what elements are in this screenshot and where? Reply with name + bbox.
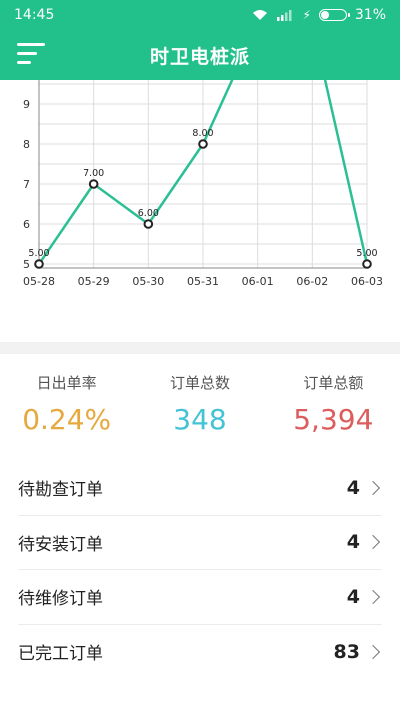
stats-panel: 日出单率 0.24% 订单总数 348 订单总额 5,394: [0, 354, 400, 459]
y-tick-label: 7: [23, 178, 30, 191]
chevron-right-icon: [365, 589, 381, 604]
stat-label: 订单总额: [303, 374, 364, 392]
chevron-right-icon: [365, 644, 381, 659]
data-point: [198, 139, 208, 149]
page-title: 时卫电桩派: [149, 45, 250, 68]
order-row-survey[interactable]: 待勘查订单 4: [18, 461, 382, 516]
row-count: 83: [333, 640, 360, 663]
data-point: [143, 219, 154, 229]
battery-percent: 31%: [354, 7, 386, 23]
signal-icon: [277, 10, 292, 21]
status-icons: ⚡ 31%: [252, 7, 386, 23]
x-tick-label: 06-01: [242, 275, 274, 288]
row-label: 待维修订单: [18, 589, 103, 610]
stat-order-count: 订单总数 348: [133, 354, 266, 459]
order-row-install[interactable]: 待安装订单 4: [18, 516, 382, 570]
chevron-right-icon: [365, 535, 381, 550]
stat-value: 5,394: [293, 403, 374, 436]
section-divider: [0, 342, 400, 354]
y-tick-label: 9: [23, 98, 30, 111]
status-time: 14:45: [14, 7, 55, 23]
data-label: 5.00: [356, 248, 377, 259]
line-chart-svg: 5 6 7 8 9 05-28 05-29 05-30 05-31 06-01 06-02 06-03…: [23, 80, 383, 288]
stat-value: 348: [173, 403, 227, 436]
x-tick-label: 05-29: [78, 275, 110, 288]
stat-order-amount: 订单总额 5,394: [267, 354, 400, 459]
x-tick-label: 05-30: [132, 275, 164, 288]
stat-daily-rate: 日出单率 0.24%: [0, 354, 133, 459]
stat-label: 订单总数: [169, 374, 230, 392]
stat-label: 日出单率: [36, 374, 97, 392]
order-row-repair[interactable]: 待维修订单 4: [18, 570, 382, 625]
data-point: [88, 179, 99, 189]
status-bar: 14:45 ⚡ 31%: [0, 0, 400, 30]
orders-line-chart: 5 6 7 8 9 05-28 05-29 05-30 05-31 06-01 06-02 06-03…: [0, 80, 400, 342]
chevron-right-icon: [365, 480, 381, 495]
row-count: 4: [346, 531, 360, 554]
x-tick-label: 05-28: [23, 275, 55, 288]
x-tick-label: 06-03: [351, 275, 383, 288]
battery-icon: [318, 9, 350, 21]
x-tick-label: 06-02: [296, 275, 328, 288]
order-row-completed[interactable]: 已完工订单 83: [18, 625, 382, 680]
menu-icon[interactable]: [17, 43, 45, 67]
x-tick-label: 05-31: [187, 275, 219, 288]
row-label: 待安装订单: [18, 534, 103, 555]
data-label: 6.00: [138, 208, 159, 219]
wifi-icon: [253, 10, 268, 20]
data-label: 7.00: [83, 168, 104, 179]
app-bar: 时卫电桩派: [0, 30, 400, 80]
data-point: [34, 259, 44, 269]
y-tick-label: 8: [23, 138, 30, 151]
row-count: 4: [346, 585, 360, 608]
row-count: 4: [346, 476, 360, 499]
data-label: 8.00: [192, 128, 213, 139]
data-point: [362, 259, 372, 269]
order-list: 待勘查订单 4 待安装订单 4 待维修订单 4 已完工订单 83: [0, 461, 400, 679]
y-tick-label: 6: [23, 218, 30, 231]
stat-value: 0.24%: [22, 403, 112, 436]
row-label: 待勘查订单: [18, 480, 103, 501]
data-label: 5.00: [28, 248, 49, 259]
row-label: 已完工订单: [18, 644, 103, 665]
charging-icon: ⚡: [302, 8, 311, 22]
y-tick-label: 5: [23, 258, 30, 271]
